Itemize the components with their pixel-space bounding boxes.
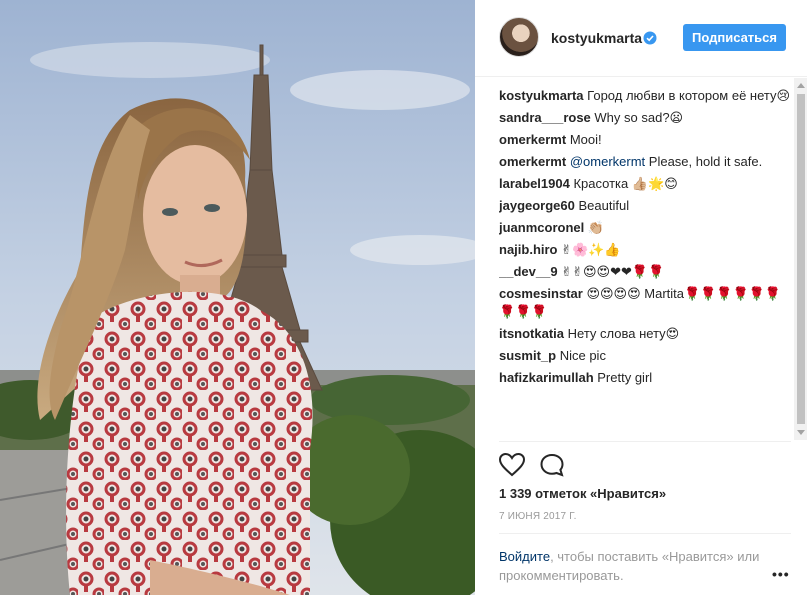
comment-mention[interactable]: @omerkermt [570,154,645,169]
follow-button[interactable]: Подписаться [683,24,786,51]
comment-item: jaygeorge60 Beautiful [499,197,791,215]
likes-count[interactable]: 1 339 отметок «Нравится» [499,486,666,501]
actions-divider [499,441,791,477]
comment-text: Please, hold it safe. [648,154,763,169]
comment-author[interactable]: __dev__9 [499,264,558,279]
comment-author[interactable]: jaygeorge60 [499,198,575,213]
post-date: 7 июня 2017 г. [499,511,577,522]
comment-text: Красотка 👍🏼🌟😊 [573,176,678,191]
comment-author[interactable]: hafizkarimullah [499,370,594,385]
comments-scrollbar[interactable] [794,78,807,440]
comment-text: Pretty girl [597,370,653,385]
comment-text: Mooi! [569,132,602,147]
heart-icon[interactable] [499,453,525,477]
post-photo[interactable] [0,0,475,595]
comment-text: ✌✌😍😍❤❤🌹🌹 [561,264,665,279]
comment-item: sandra___rose Why so sad?😦 [499,109,791,127]
eiffel-tower-portrait-image [0,0,475,595]
comment-author[interactable]: najib.hiro [499,242,558,257]
post-header: kostyukmarta Подписаться [475,0,807,77]
comment-author[interactable]: susmit_p [499,348,556,363]
comment-author[interactable]: itsnotkatia [499,326,564,341]
comment-text: Why so sad?😦 [594,110,684,125]
comment-author[interactable]: kostyukmarta [499,88,584,103]
comment-author[interactable]: larabel1904 [499,176,570,191]
comment-text: Nice pic [559,348,606,363]
comments-list: kostyukmarta Город любви в котором её не… [499,87,791,440]
comment-item: __dev__9 ✌✌😍😍❤❤🌹🌹 [499,263,791,281]
comment-item: juanmcoronel 👏🏼 [499,219,791,237]
comment-item: najib.hiro ✌🌸✨👍 [499,241,791,259]
comment-author[interactable]: sandra___rose [499,110,591,125]
comment-text: ✌🌸✨👍 [561,242,621,257]
comment-text: Beautiful [578,198,630,213]
login-divider [499,533,791,534]
login-prompt: Войдите, чтобы поставить «Нравится» или … [499,547,769,585]
comment-item: susmit_p Nice pic [499,347,791,365]
comment-author[interactable]: cosmesinstar [499,286,583,301]
comment-author[interactable]: omerkermt [499,132,566,147]
comment-text: Город любви в котором её нету😢 [587,88,791,103]
comment-item: cosmesinstar 😍😍😍😍 Martita🌹🌹🌹🌹🌹🌹🌹🌹🌹 [499,285,791,321]
scroll-thumb[interactable] [797,94,805,424]
scroll-down-arrow-icon[interactable] [797,430,805,435]
comment-text: Нету слова нету😍 [567,326,680,341]
post-sidebar: kostyukmarta Подписаться kostyukmarta Го… [475,0,807,595]
comment-icon[interactable] [539,453,565,477]
comment-item: hafizkarimullah Pretty girl [499,369,791,387]
comment-author[interactable]: juanmcoronel [499,220,584,235]
verified-badge-icon [643,31,657,45]
comment-item: itsnotkatia Нету слова нету😍 [499,325,791,343]
comment-text: 👏🏼 [587,220,605,235]
comment-author[interactable]: omerkermt [499,154,566,169]
avatar[interactable] [499,17,539,57]
scroll-up-arrow-icon[interactable] [797,83,805,88]
author-username[interactable]: kostyukmarta [551,30,642,46]
comment-item: omerkermt @omerkermt Please, hold it saf… [499,153,791,171]
comment-item: kostyukmarta Город любви в котором её не… [499,87,791,105]
login-link[interactable]: Войдите [499,549,550,564]
comment-item: omerkermt Mooi! [499,131,791,149]
comment-item: larabel1904 Красотка 👍🏼🌟😊 [499,175,791,193]
more-options-icon[interactable]: ••• [772,566,790,582]
